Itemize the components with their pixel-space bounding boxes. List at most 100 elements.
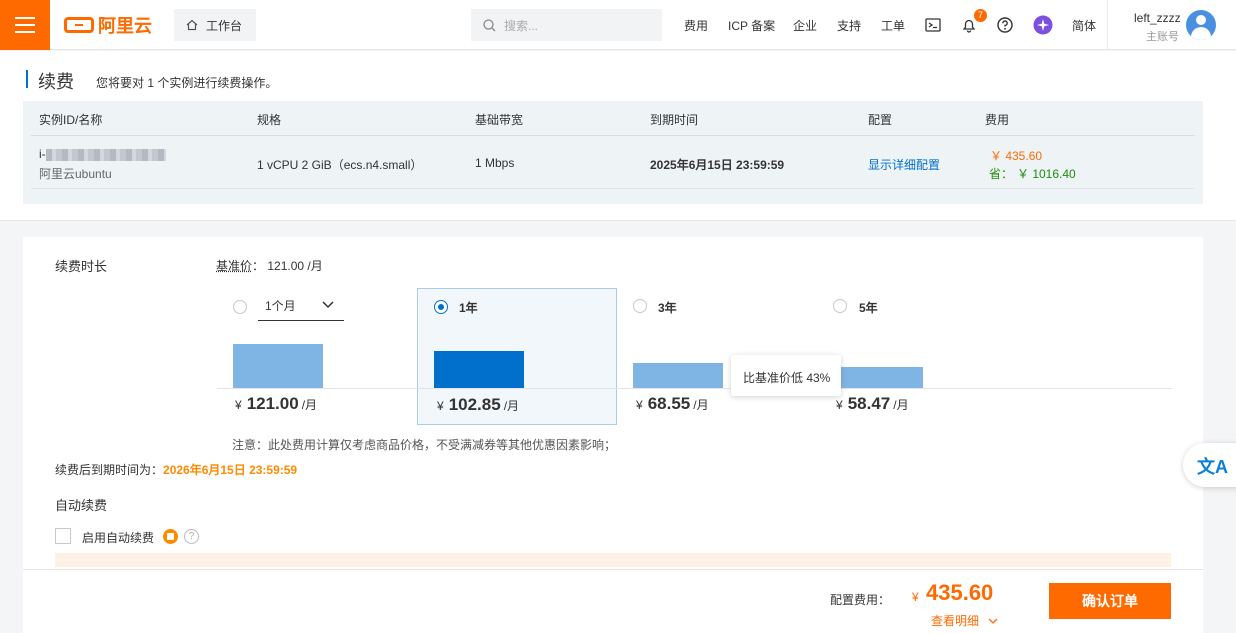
instance-fee: ￥ 435.60 bbox=[990, 149, 1043, 163]
new-expire-label: 续费后到期时间为： bbox=[55, 463, 164, 477]
workbench-label: 工作台 bbox=[206, 18, 243, 33]
language-switch[interactable]: 简体 bbox=[1072, 17, 1096, 34]
workbench-button[interactable]: 工作台 bbox=[174, 9, 256, 41]
col-config: 配置 bbox=[868, 113, 893, 127]
option-3year-label[interactable]: 3年 bbox=[658, 299, 677, 316]
ai-assistant-icon[interactable] bbox=[1033, 15, 1053, 35]
price-bar-5year bbox=[833, 367, 923, 388]
col-bandwidth: 基础带宽 bbox=[475, 113, 524, 127]
col-expire: 到期时间 bbox=[650, 113, 699, 127]
aliyun-logo[interactable]: 阿里云 bbox=[64, 14, 152, 36]
duration-label: 续费时长 bbox=[55, 259, 108, 274]
instance-id: i- bbox=[39, 147, 166, 161]
table-header-divider bbox=[31, 135, 1195, 136]
aliyun-logo-icon bbox=[64, 17, 94, 33]
search-icon bbox=[483, 18, 496, 31]
radio-5year[interactable] bbox=[833, 299, 847, 313]
chevron-down-icon bbox=[322, 301, 334, 309]
nav-enterprise[interactable]: 企业 bbox=[793, 17, 817, 34]
translate-icon[interactable]: 文A bbox=[1183, 443, 1236, 487]
show-config-link[interactable]: 显示详细配置 bbox=[868, 156, 940, 173]
view-detail-label: 查看明细 bbox=[931, 614, 980, 628]
brand-name: 阿里云 bbox=[98, 16, 152, 36]
cost-label: 配置费用： bbox=[830, 593, 891, 607]
price-bar-3year bbox=[633, 363, 723, 388]
radio-1month[interactable] bbox=[233, 300, 247, 314]
question-icon[interactable]: ? bbox=[184, 529, 199, 544]
price-5year: ¥58.47/月 bbox=[836, 394, 909, 414]
auto-renew-title: 自动续费 bbox=[55, 498, 108, 513]
new-expire-value: 2026年6月15日 23:59:59 bbox=[163, 463, 298, 477]
user-role: 主账号 bbox=[1146, 31, 1179, 43]
price-1month-yen: ¥ bbox=[235, 398, 242, 412]
option-5year-label[interactable]: 5年 bbox=[859, 299, 878, 316]
instance-id-prefix: i- bbox=[39, 147, 46, 161]
price-1year-value: 102.85 bbox=[448, 395, 501, 414]
option-1year-label[interactable]: 1年 bbox=[459, 299, 478, 316]
terminal-icon[interactable] bbox=[924, 16, 942, 34]
auto-renew-checkbox[interactable] bbox=[55, 528, 71, 544]
radio-1year[interactable] bbox=[434, 300, 448, 314]
chevron-down-icon bbox=[988, 618, 998, 624]
price-5year-unit: /月 bbox=[893, 398, 909, 412]
price-3year-value: 68.55 bbox=[647, 394, 691, 413]
price-5year-yen: ¥ bbox=[836, 398, 843, 412]
month-select[interactable]: 1个月 bbox=[258, 296, 344, 321]
instance-spec: 1 vCPU 2 GiB（ecs.n4.small） bbox=[257, 158, 423, 172]
price-1month: ¥121.00/月 bbox=[235, 394, 317, 414]
radio-3year[interactable] bbox=[633, 299, 647, 313]
discount-tooltip: 比基准价低 43% bbox=[731, 355, 841, 396]
price-1month-unit: /月 bbox=[301, 398, 318, 412]
notification-badge: 7 bbox=[974, 9, 987, 22]
col-instance-id: 实例ID/名称 bbox=[39, 113, 103, 127]
bars-baseline bbox=[217, 388, 1172, 389]
menu-icon[interactable] bbox=[0, 0, 50, 50]
instance-expire: 2025年6月15日 23:59:59 bbox=[650, 158, 785, 172]
coupon-icon[interactable] bbox=[163, 529, 178, 544]
user-name[interactable]: left_zzzz bbox=[1134, 11, 1181, 25]
cost-value: 435.60 bbox=[926, 580, 994, 605]
price-3year-yen: ¥ bbox=[636, 398, 643, 412]
home-icon bbox=[186, 19, 198, 31]
auto-renew-label[interactable]: 启用自动续费 bbox=[82, 529, 154, 546]
base-price: 基准价： 121.00 /月 bbox=[216, 257, 323, 274]
price-note: 注意：此处费用计算仅考虑商品价格，不受满减券等其他优惠因素影响； bbox=[232, 438, 617, 452]
page-subtitle: 您将要对 1 个实例进行续费操作。 bbox=[96, 76, 278, 90]
search-placeholder: 搜索... bbox=[504, 18, 539, 33]
price-bar-1month bbox=[233, 344, 323, 388]
price-1year-unit: /月 bbox=[503, 399, 520, 413]
view-detail-link[interactable]: 查看明细 bbox=[931, 612, 998, 629]
price-1year: ¥102.85/月 bbox=[437, 395, 519, 415]
base-price-value: ： 121.00 /月 bbox=[252, 259, 323, 273]
nav-support[interactable]: 支持 bbox=[837, 17, 861, 34]
nav-fees[interactable]: 费用 bbox=[684, 17, 708, 34]
title-accent bbox=[26, 70, 28, 88]
instance-name: 阿里云ubuntu bbox=[39, 167, 112, 181]
instance-save-label: 省： bbox=[989, 167, 1014, 181]
instance-id-redacted bbox=[45, 148, 166, 161]
table-row-divider bbox=[31, 188, 1195, 189]
nav-divider bbox=[1107, 0, 1108, 50]
month-select-value: 1个月 bbox=[265, 299, 296, 313]
instance-bandwidth: 1 Mbps bbox=[475, 156, 515, 170]
price-bar-1year bbox=[434, 351, 524, 388]
notice-band bbox=[55, 553, 1171, 567]
avatar[interactable] bbox=[1186, 10, 1216, 40]
nav-ticket[interactable]: 工单 bbox=[881, 17, 905, 34]
order-footer bbox=[23, 569, 1203, 633]
col-spec: 规格 bbox=[257, 113, 282, 127]
new-expire: 续费后到期时间为：2026年6月15日 23:59:59 bbox=[55, 461, 297, 478]
help-circle-icon[interactable] bbox=[996, 16, 1014, 34]
price-1month-value: 121.00 bbox=[246, 394, 299, 413]
price-3year-unit: /月 bbox=[693, 398, 709, 412]
page-title: 续费 bbox=[38, 72, 74, 92]
price-1year-yen: ¥ bbox=[437, 399, 444, 413]
base-price-label: 基准价 bbox=[216, 259, 253, 273]
price-5year-value: 58.47 bbox=[847, 394, 891, 413]
col-fee: 费用 bbox=[985, 113, 1010, 127]
search-input[interactable]: 搜索... bbox=[471, 9, 662, 41]
cost-yen: ¥ bbox=[912, 590, 919, 604]
nav-icp[interactable]: ICP 备案 bbox=[728, 17, 775, 34]
confirm-order-button[interactable]: 确认订单 bbox=[1049, 583, 1171, 619]
price-3year: ¥68.55/月 bbox=[636, 394, 709, 414]
